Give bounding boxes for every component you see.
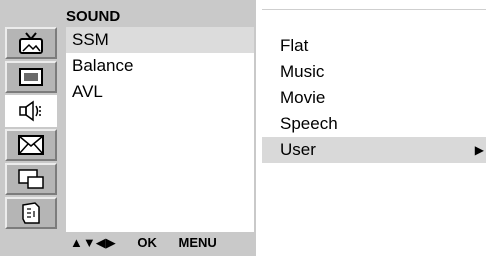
screen-icon (19, 68, 43, 86)
tv-picture-icon (19, 32, 43, 54)
time-menu-button[interactable] (5, 129, 57, 161)
option-movie-label: Movie (280, 88, 326, 107)
submenu-arrow-icon: ▶ (474, 143, 484, 157)
options-top-divider (262, 9, 486, 10)
osd-menu-panel: SOUND SSM Balance AVL ▲▼◀▶ OK MENU (0, 0, 256, 256)
special-menu-button[interactable] (5, 163, 57, 195)
setup-menu-button[interactable] (5, 197, 57, 229)
speaker-sound-icon (19, 100, 41, 122)
navigation-hint-bar: ▲▼◀▶ OK MENU (70, 235, 235, 251)
menu-title: SOUND (66, 8, 121, 25)
option-user[interactable]: User ▶ (262, 137, 486, 163)
option-user-label: User (280, 140, 316, 159)
option-speech-label: Speech (280, 114, 338, 133)
ssm-options-list: Flat Music Movie Speech User ▶ (262, 33, 486, 163)
option-movie[interactable]: Movie (262, 85, 486, 111)
menu-item-balance[interactable]: Balance (66, 53, 254, 79)
time-envelope-icon (18, 135, 44, 155)
sound-submenu-list: SSM Balance AVL (66, 27, 254, 232)
screen-menu-button[interactable] (5, 61, 57, 93)
option-music-label: Music (280, 62, 325, 81)
picture-menu-button[interactable] (5, 27, 57, 59)
menu-item-ssm[interactable]: SSM (66, 27, 254, 53)
menu-item-avl[interactable]: AVL (66, 79, 254, 105)
menu-key-hint: MENU (178, 235, 217, 250)
special-pip-icon (18, 169, 44, 189)
option-speech[interactable]: Speech (262, 111, 486, 137)
sound-menu-button[interactable] (5, 95, 57, 127)
ok-key-hint: OK (137, 235, 157, 250)
arrow-keys-hint: ▲▼◀▶ (70, 235, 116, 250)
option-flat-label: Flat (280, 36, 309, 55)
option-flat[interactable]: Flat (262, 33, 486, 59)
setup-card-icon (22, 202, 40, 224)
option-music[interactable]: Music (262, 59, 486, 85)
